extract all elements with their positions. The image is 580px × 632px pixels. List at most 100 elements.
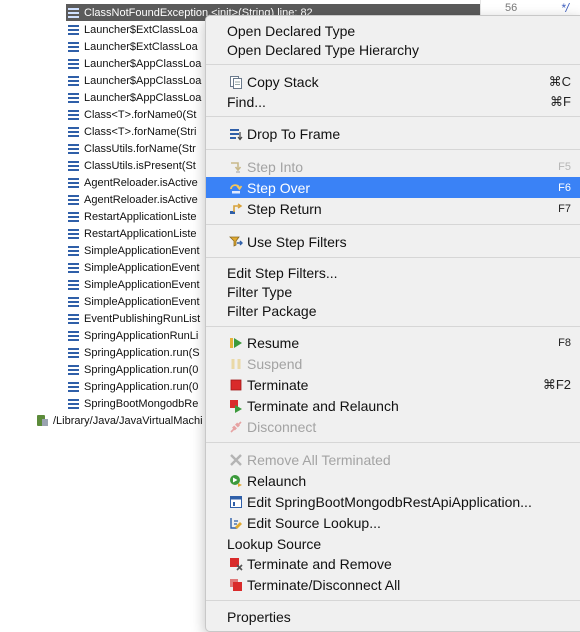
stack-frame-icon [68,24,79,35]
copy-icon [228,75,243,89]
resume-icon [228,336,243,350]
source-lookup-icon [228,516,243,530]
step-filters-icon [228,235,243,249]
stack-frame-icon [68,330,79,341]
menu-item-lookup-source[interactable]: Lookup Source [206,533,580,554]
stack-frame-label: SimpleApplicationEvent [84,295,200,308]
menu-item-label: Step Over [247,179,311,196]
stack-frame-icon [68,228,79,239]
menu-item-use-step-filters[interactable]: Use Step Filters [206,231,580,252]
vm-process-label: /Library/Java/JavaVirtualMachi [53,414,203,427]
menu-item-open-declared-type[interactable]: Open Declared Type [206,20,580,41]
stack-frame-icon [68,126,79,137]
editor-code-text: */ [561,1,570,15]
java-process-icon [36,414,49,427]
menu-item-label: Step Return [247,200,322,217]
menu-item-edit-launch-config[interactable]: Edit SpringBootMongodbRestApiApplication… [206,491,580,512]
menu-item-edit-step-filters[interactable]: Edit Step Filters... [206,262,580,283]
stack-frame-label: SimpleApplicationEvent [84,244,200,257]
stack-frame-icon [68,398,79,409]
remove-all-terminated-icon [228,453,243,467]
menu-item-terminate-and-relaunch[interactable]: Terminate and Relaunch [206,395,580,416]
stack-frame-icon [68,109,79,120]
editor-line-number: 56 [505,2,518,14]
menu-item-find[interactable]: Find... ⌘F [206,91,580,112]
stack-frame-label: Class<T>.forName0(St [84,108,197,121]
stack-frame-icon [68,381,79,392]
stack-frame-icon [68,296,79,307]
stack-frame-label: SpringApplication.run(0 [84,380,199,393]
menu-item-drop-to-frame[interactable]: Drop To Frame [206,123,580,144]
menu-item-shortcut: F6 [558,181,571,194]
stack-frame-label: Launcher$AppClassLoa [84,91,202,104]
stack-frame-label: Launcher$ExtClassLoa [84,40,198,53]
menu-item-label: Terminate/Disconnect All [247,576,401,593]
menu-item-label: Open Declared Type [227,22,356,39]
menu-item-properties[interactable]: Properties [206,606,580,627]
menu-item-label: Terminate and Remove [247,555,392,572]
terminate-all-icon [228,578,243,592]
menu-item-edit-source-lookup[interactable]: Edit Source Lookup... [206,512,580,533]
edit-config-icon [228,495,243,509]
menu-item-terminate-disconnect-all[interactable]: Terminate/Disconnect All [206,574,580,595]
stack-frame-label: Launcher$AppClassLoa [84,74,202,87]
menu-item-label: Filter Package [227,302,317,319]
stack-frame-label: SpringApplication.run(0 [84,363,199,376]
stack-frame-label: SpringBootMongodbRe [84,397,199,410]
menu-item-filter-type[interactable]: Filter Type [206,281,580,302]
menu-item-shortcut: F8 [558,336,571,349]
stack-frame-icon [68,92,79,103]
menu-item-shortcut: ⌘F [550,93,571,109]
menu-item-label: Drop To Frame [247,125,341,142]
menu-item-relaunch[interactable]: Relaunch [206,470,580,491]
stack-frame-icon [68,279,79,290]
step-over-icon [228,181,243,195]
disconnect-icon [228,420,243,434]
menu-item-terminate[interactable]: Terminate ⌘F2 [206,374,580,395]
menu-separator [206,64,580,65]
menu-separator [206,116,580,117]
stack-frame-label: SimpleApplicationEvent [84,261,200,274]
menu-item-label: Edit Source Lookup... [247,514,381,531]
menu-item-shortcut: ⌘C [548,73,571,89]
menu-item-filter-package[interactable]: Filter Package [206,300,580,321]
terminate-icon [228,378,243,392]
menu-item-label: Copy Stack [247,73,319,90]
menu-item-label: Edit SpringBootMongodbRestApiApplication… [247,493,532,510]
stack-frame-icon [68,41,79,52]
context-menu: Open Declared Type Open Declared Type Hi… [205,15,580,632]
menu-item-label: Open Declared Type Hierarchy [227,41,419,58]
menu-item-copy-stack[interactable]: Copy Stack ⌘C [206,71,580,92]
stack-frame-label: SpringApplication.run(S [84,346,200,359]
menu-item-label: Filter Type [227,283,293,300]
menu-item-label: Lookup Source [227,535,322,552]
menu-item-resume[interactable]: Resume F8 [206,332,580,353]
menu-separator [206,224,580,225]
stack-frame-icon [68,194,79,205]
stack-frame-icon [68,347,79,358]
step-return-icon [228,202,243,216]
menu-item-label: Edit Step Filters... [227,264,338,281]
stack-frame-label: AgentReloader.isActive [84,176,198,189]
menu-item-suspend[interactable]: Suspend [206,353,580,374]
menu-item-step-over[interactable]: Step Over F6 [206,177,580,198]
menu-item-terminate-and-remove[interactable]: Terminate and Remove [206,553,580,574]
menu-separator [206,257,580,258]
step-into-icon [228,160,243,174]
menu-item-step-into[interactable]: Step Into F5 [206,156,580,177]
stack-frame-label: ClassUtils.forName(Str [84,142,196,155]
menu-item-step-return[interactable]: Step Return F7 [206,198,580,219]
menu-item-label: Terminate and Relaunch [247,397,399,414]
menu-separator [206,442,580,443]
stack-frame-icon [68,262,79,273]
stack-frame-icon [68,58,79,69]
menu-item-remove-all-terminated[interactable]: Remove All Terminated [206,449,580,470]
menu-item-open-declared-type-hierarchy[interactable]: Open Declared Type Hierarchy [206,39,580,60]
stack-frame-icon [68,143,79,154]
stack-frame-label: SpringApplicationRunLi [84,329,199,342]
menu-item-shortcut: F7 [558,202,571,215]
menu-item-label: Terminate [247,376,309,393]
menu-item-label: Remove All Terminated [247,451,391,468]
stack-frame-icon [68,160,79,171]
menu-item-disconnect[interactable]: Disconnect [206,416,580,437]
